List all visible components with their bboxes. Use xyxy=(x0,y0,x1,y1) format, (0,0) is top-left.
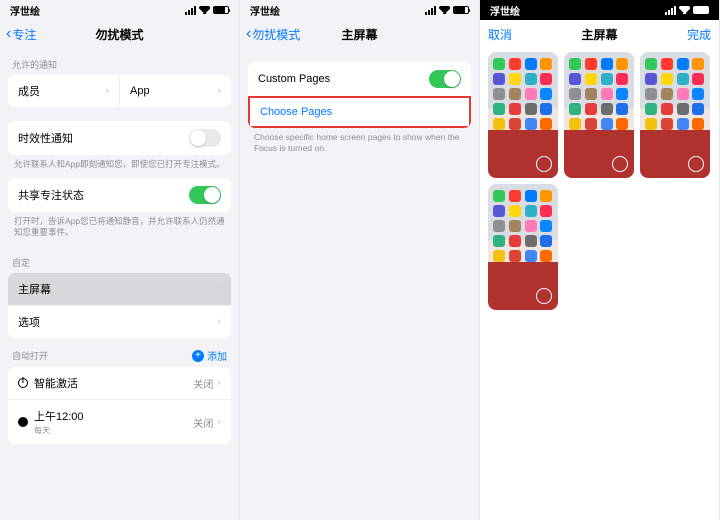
cell-options[interactable]: 选项 › xyxy=(8,305,231,338)
pane-dnd-settings: 浮世绘 ‹专注 勿扰模式 允许的通知 成员› App› 时效性通知 允许联系人和… xyxy=(0,0,240,520)
status-left: 浮世绘 xyxy=(10,3,40,18)
note-share: 打开时，告诉App您已将通知静音，并允许联系人仍然通知您重要事件。 xyxy=(0,212,239,246)
signal-icon xyxy=(185,6,196,15)
nav-bar: 取消 主屏幕 完成 xyxy=(480,20,719,48)
done-button[interactable]: 完成 xyxy=(687,26,711,43)
group-time-sensitive: 时效性通知 xyxy=(8,121,231,155)
select-circle-icon xyxy=(612,156,628,172)
group-custom: 主屏幕 › 选项 › xyxy=(8,273,231,338)
wifi-icon xyxy=(199,6,210,14)
chevron-right-icon: › xyxy=(217,416,221,428)
chevron-left-icon: ‹ xyxy=(246,26,251,42)
nav-bar: ‹专注 勿扰模式 xyxy=(0,20,239,48)
page-title: 主屏幕 xyxy=(581,26,617,43)
wifi-icon xyxy=(679,6,690,14)
battery-icon xyxy=(453,6,469,14)
status-right xyxy=(185,6,229,15)
group-allowed: 成员› App› xyxy=(8,75,231,107)
back-button[interactable]: ‹专注 xyxy=(6,26,36,43)
add-schedule-button[interactable]: +添加 xyxy=(192,348,227,363)
section-custom-label: 自定 xyxy=(0,246,239,273)
plus-icon: + xyxy=(192,350,204,362)
group-custom-pages: Custom Pages Choose Pages xyxy=(248,62,471,128)
power-icon xyxy=(18,378,28,388)
group-auto: 智能激活 关闭› 上午12:00每天 关闭› xyxy=(8,367,231,444)
status-bar: 浮世绘 xyxy=(0,0,239,20)
clock-icon xyxy=(18,417,28,427)
select-circle-icon xyxy=(688,156,704,172)
page-thumb-4[interactable] xyxy=(488,184,558,310)
nav-bar: ‹勿扰模式 主屏幕 xyxy=(240,20,479,48)
page-thumb-1[interactable] xyxy=(488,52,558,178)
chevron-right-icon: › xyxy=(217,283,221,295)
toggle-share-status[interactable] xyxy=(189,186,221,204)
cell-share-status[interactable]: 共享专注状态 xyxy=(8,178,231,212)
cell-custom-pages[interactable]: Custom Pages xyxy=(248,62,471,96)
battery-icon xyxy=(213,6,229,14)
toggle-custom-pages[interactable] xyxy=(429,70,461,88)
cell-people[interactable]: 成员› xyxy=(8,75,120,107)
section-auto-header: 自动打开 +添加 xyxy=(0,338,239,367)
pane-page-picker: 浮世绘 取消 主屏幕 完成 xyxy=(480,0,720,520)
page-thumb-3[interactable] xyxy=(640,52,710,178)
page-title: 勿扰模式 xyxy=(95,26,143,43)
cell-home-screen[interactable]: 主屏幕 › xyxy=(8,273,231,305)
page-title: 主屏幕 xyxy=(341,26,377,43)
back-button[interactable]: ‹勿扰模式 xyxy=(246,26,300,43)
chevron-right-icon: › xyxy=(217,85,221,97)
status-left: 浮世绘 xyxy=(490,3,520,18)
cell-choose-pages[interactable]: Choose Pages xyxy=(248,96,471,128)
signal-icon xyxy=(665,6,676,15)
chevron-right-icon: › xyxy=(105,85,109,97)
note-time-sensitive: 允许联系人和App即刻通知您，即使您已打开专注模式。 xyxy=(0,155,239,178)
group-share: 共享专注状态 xyxy=(8,178,231,212)
select-circle-icon xyxy=(536,156,552,172)
battery-icon xyxy=(693,6,709,14)
cell-apps[interactable]: App› xyxy=(120,75,231,107)
chevron-right-icon: › xyxy=(217,316,221,328)
signal-icon xyxy=(425,6,436,15)
select-circle-icon xyxy=(536,288,552,304)
status-left: 浮世绘 xyxy=(250,3,280,18)
cancel-button[interactable]: 取消 xyxy=(488,26,512,43)
cell-smart-activation[interactable]: 智能激活 关闭› xyxy=(8,367,231,399)
page-thumb-2[interactable] xyxy=(564,52,634,178)
chevron-right-icon: › xyxy=(217,377,221,389)
chevron-left-icon: ‹ xyxy=(6,26,11,42)
wifi-icon xyxy=(439,6,450,14)
note-choose-pages: Choose specific home screen pages to sho… xyxy=(240,128,479,162)
status-bar: 浮世绘 xyxy=(240,0,479,20)
pane-home-screen-settings: 浮世绘 ‹勿扰模式 主屏幕 Custom Pages Choose Pages … xyxy=(240,0,480,520)
status-bar: 浮世绘 xyxy=(480,0,719,20)
toggle-time-sensitive[interactable] xyxy=(189,129,221,147)
cell-time-sensitive[interactable]: 时效性通知 xyxy=(8,121,231,155)
section-allowed-label: 允许的通知 xyxy=(0,48,239,75)
page-thumbnails xyxy=(480,48,719,314)
cell-schedule[interactable]: 上午12:00每天 关闭› xyxy=(8,399,231,444)
